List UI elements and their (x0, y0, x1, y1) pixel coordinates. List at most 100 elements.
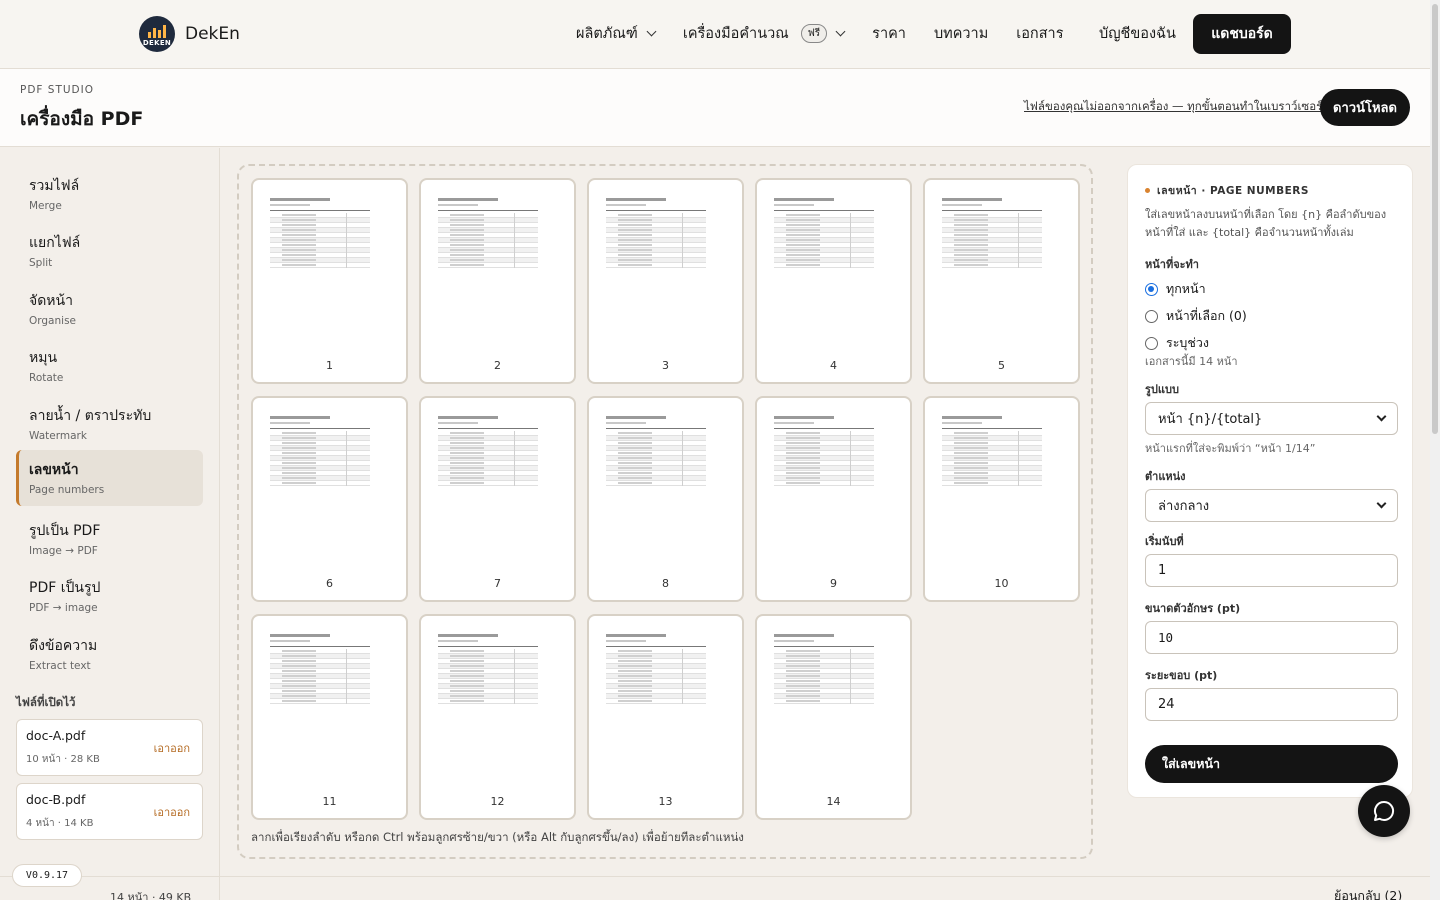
font-size-label: ขนาดตัวอักษร (pt) (1145, 602, 1241, 615)
accent-dot-icon (1145, 188, 1150, 193)
page-thumbnail[interactable]: 7 (419, 396, 576, 602)
page-number-label: 2 (494, 359, 501, 372)
file-meta: 10 หน้า · 28 KB (26, 754, 100, 765)
page-header: PDF STUDIO เครื่องมือ PDF ไฟล์ของคุณไม่อ… (0, 69, 1430, 147)
sidebar-item-page-numbers[interactable]: เลขหน้า Page numbers (16, 450, 203, 506)
sidebar-item-merge[interactable]: รวมไฟล์ Merge (16, 166, 203, 222)
scrollbar-thumb[interactable] (1432, 4, 1438, 434)
start-number-input[interactable]: 1 (1145, 554, 1398, 587)
sidebar-item-split[interactable]: แยกไฟล์ Split (16, 223, 203, 279)
page-preview (438, 416, 538, 486)
page-preview (270, 198, 370, 268)
font-size-input[interactable]: 10 (1145, 621, 1398, 654)
tool-subtitle: Extract text (29, 660, 91, 672)
margin-input[interactable]: 24 (1145, 688, 1398, 721)
brand[interactable]: DEKEN DekEn (139, 16, 240, 52)
page-number-label: 11 (322, 795, 337, 808)
bottom-divider (0, 876, 1430, 877)
tool-subtitle: Organise (29, 315, 76, 327)
remove-file-button[interactable]: เอาออก (154, 803, 190, 821)
position-select[interactable]: ล่างกลาง (1145, 489, 1398, 522)
download-button[interactable]: ดาวน์โหลด (1320, 89, 1410, 126)
page-thumbnail[interactable]: 5 (923, 178, 1080, 384)
page-thumbnail[interactable]: 10 (923, 396, 1080, 602)
radio-selected-pages[interactable]: หน้าที่เลือก (0) (1145, 306, 1247, 326)
sidebar-item-pdf-to-image[interactable]: PDF เป็นรูป PDF → image (16, 568, 203, 624)
page-preview (438, 634, 538, 704)
studio-label: PDF STUDIO (20, 84, 95, 96)
pages-label: หน้าที่จะทำ (1145, 258, 1199, 271)
page-number-label: 1 (326, 359, 333, 372)
free-badge: ฟรี (800, 24, 828, 43)
page-thumbnail[interactable]: 2 (419, 178, 576, 384)
sidebar-item-watermark[interactable]: ลายน้ำ / ตราประทับ Watermark (16, 396, 203, 452)
page-thumbnail[interactable]: 13 (587, 614, 744, 820)
nav-products[interactable]: ผลิตภัณฑ์ (576, 22, 657, 45)
page-thumbnail[interactable]: 8 (587, 396, 744, 602)
page-thumbnail[interactable]: 9 (755, 396, 912, 602)
page-number-label: 12 (490, 795, 505, 808)
radio-checked-icon (1145, 282, 1158, 296)
page-preview (774, 198, 874, 268)
page-preview (942, 198, 1042, 268)
page-number-label: 8 (662, 577, 669, 590)
format-select[interactable]: หน้า {n}/{total} (1145, 402, 1398, 435)
page-thumbnail[interactable]: 1 (251, 178, 408, 384)
nav-pricing[interactable]: ราคา (872, 22, 906, 45)
page-thumbnail[interactable]: 6 (251, 396, 408, 602)
page-thumbnail[interactable]: 4 (755, 178, 912, 384)
page-numbers-panel: เลขหน้า · PAGE NUMBERS ใส่เลขหน้าลงบนหน้… (1127, 164, 1413, 798)
radio-range[interactable]: ระบุช่วง (1145, 333, 1209, 353)
page-number-label: 10 (994, 577, 1009, 590)
radio-label: ระบุช่วง (1166, 335, 1209, 350)
page-number-label: 7 (494, 577, 501, 590)
nav-account[interactable]: บัญชีของฉัน (1099, 22, 1176, 45)
document-summary: 14 หน้า · 49 KB (110, 891, 192, 900)
page-preview (606, 416, 706, 486)
tool-subtitle: Merge (29, 200, 62, 212)
sidebar-item-rotate[interactable]: หมุน Rotate (16, 338, 203, 394)
version-badge: V0.9.17 (12, 864, 82, 887)
format-select-value: หน้า {n}/{total} (1158, 412, 1263, 427)
page-number-label: 5 (998, 359, 1005, 372)
chevron-down-icon (835, 26, 846, 37)
panel-title: เลขหน้า · PAGE NUMBERS (1145, 182, 1309, 199)
page-preview (942, 416, 1042, 486)
file-card-doc-b: doc-B.pdf 4 หน้า · 14 KB เอาออก (16, 783, 203, 840)
apply-page-numbers-button[interactable]: ใส่เลขหน้า (1145, 745, 1398, 783)
page-thumbnail[interactable]: 14 (755, 614, 912, 820)
chat-button[interactable] (1358, 785, 1410, 837)
tool-title: รูปเป็น PDF (29, 523, 101, 539)
page-thumbnail[interactable]: 3 (587, 178, 744, 384)
radio-unchecked-icon (1145, 309, 1158, 323)
undo-button[interactable]: ย้อนกลับ (2) (1334, 886, 1402, 900)
page-preview (606, 634, 706, 704)
nav-calculators[interactable]: เครื่องมือคำนวณ ฟรี (683, 22, 846, 45)
sidebar-item-image-to-pdf[interactable]: รูปเป็น PDF Image → PDF (16, 511, 203, 567)
file-name: doc-A.pdf (26, 728, 86, 743)
panel-description: ใส่เลขหน้าลงบนหน้าที่เลือก โดย {n} คือลำ… (1145, 208, 1387, 239)
nav-products-label: ผลิตภัณฑ์ (576, 26, 638, 42)
dashboard-button[interactable]: แดชบอร์ด (1193, 14, 1291, 54)
page-scrollbar[interactable] (1430, 0, 1440, 900)
radio-all-pages[interactable]: ทุกหน้า (1145, 279, 1206, 299)
position-label: ตำแหน่ง (1145, 470, 1186, 483)
tool-title: หมุน (29, 350, 58, 366)
position-select-value: ล่างกลาง (1158, 499, 1210, 514)
page-canvas[interactable]: ลากเพื่อเรียงลำดับ หรือกด Ctrl พร้อมลูกศ… (237, 164, 1093, 859)
tool-title: เลขหน้า (29, 462, 79, 478)
file-card-doc-a: doc-A.pdf 10 หน้า · 28 KB เอาออก (16, 719, 203, 776)
nav-articles[interactable]: บทความ (934, 22, 988, 45)
remove-file-button[interactable]: เอาออก (154, 739, 190, 757)
tool-title: จัดหน้า (29, 293, 73, 309)
radio-label: ทุกหน้า (1166, 281, 1206, 296)
chevron-down-icon (646, 26, 657, 37)
tool-subtitle: Image → PDF (29, 545, 98, 557)
page-thumbnail[interactable]: 12 (419, 614, 576, 820)
sidebar-item-organise[interactable]: จัดหน้า Organise (16, 281, 203, 337)
nav-docs[interactable]: เอกสาร (1016, 22, 1063, 45)
format-preview: หน้าแรกที่ใส่จะพิมพ์ว่า “หน้า 1/14” (1145, 442, 1316, 455)
privacy-link[interactable]: ไฟล์ของคุณไม่ออกจากเครื่อง — ทุกขั้นตอนท… (1024, 98, 1330, 116)
sidebar-item-extract-text[interactable]: ดึงข้อความ Extract text (16, 626, 203, 682)
page-thumbnail[interactable]: 11 (251, 614, 408, 820)
